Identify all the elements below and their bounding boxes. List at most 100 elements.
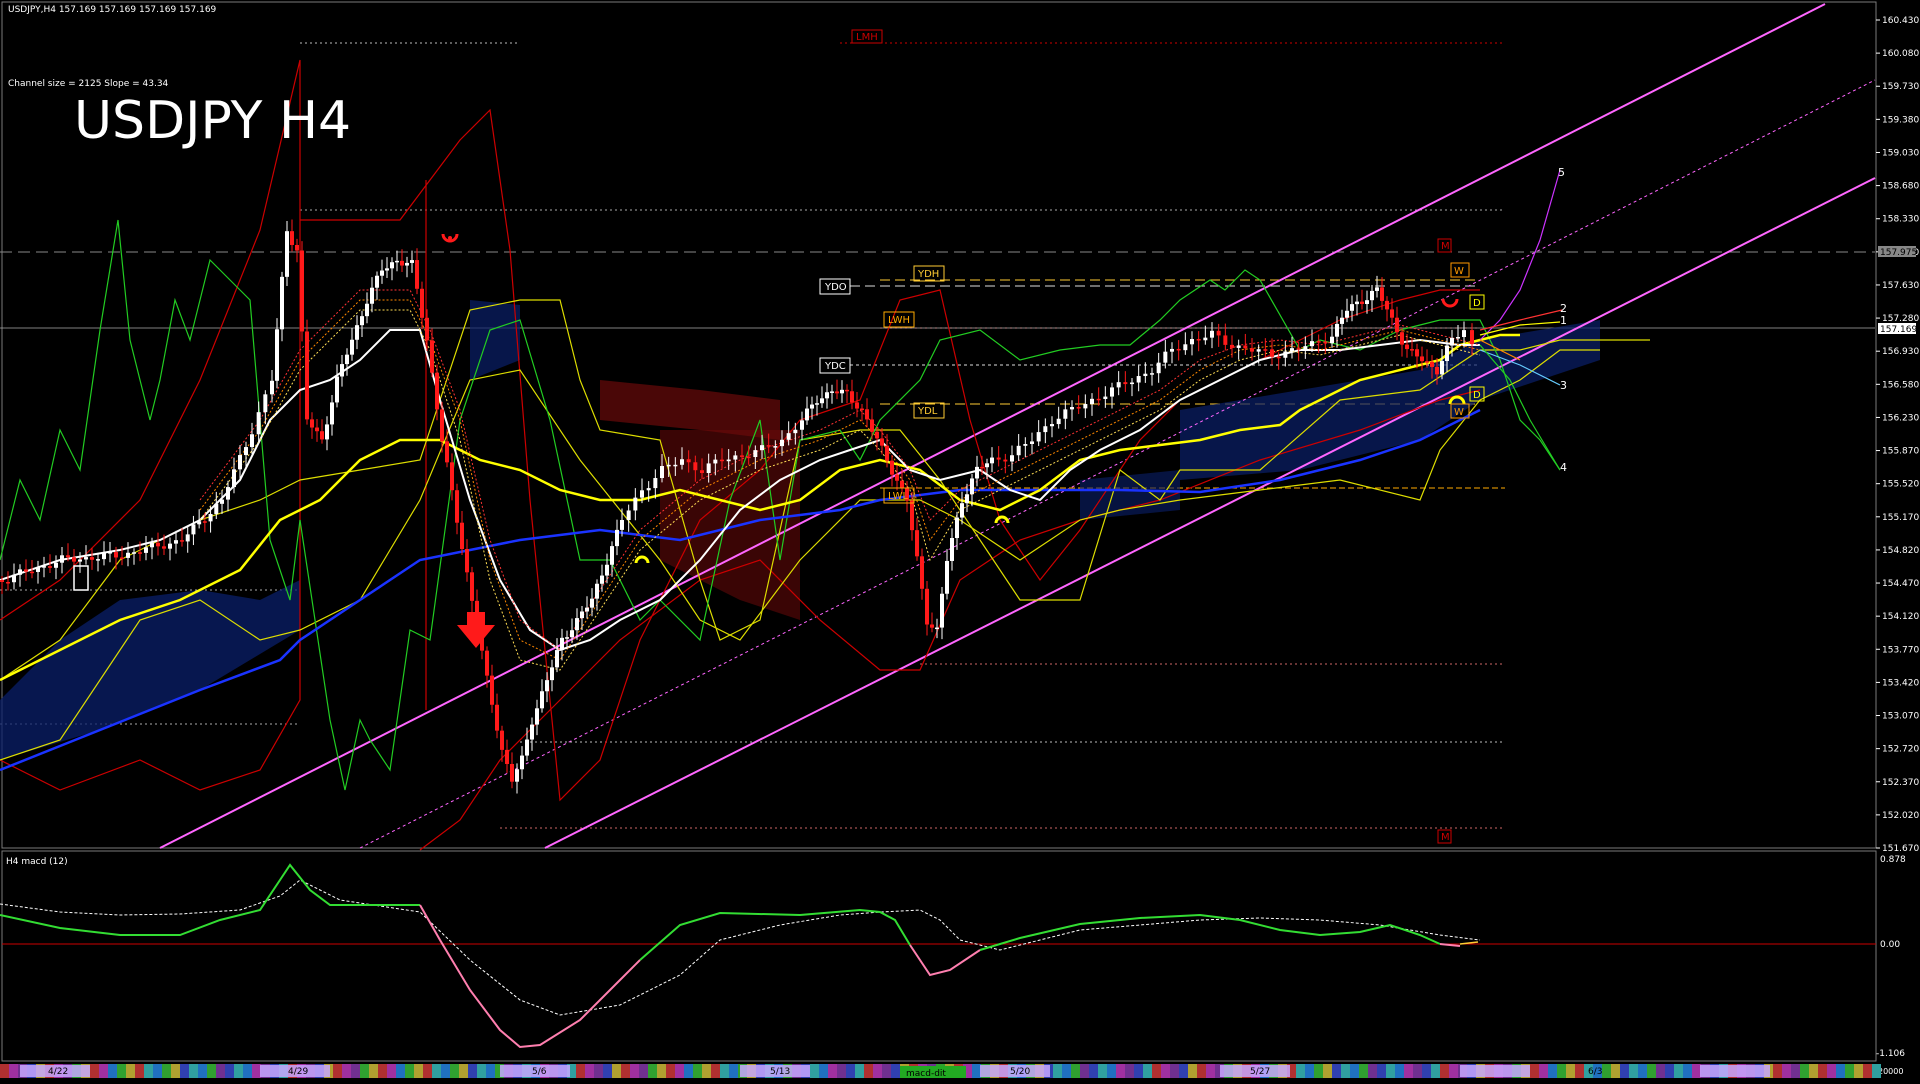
date-bar-segment [1800,1064,1809,1078]
candle-down [420,288,424,318]
date-bar-segment [666,1064,675,1078]
price-tick-label: 152.370 [1882,778,1919,788]
candle-down [875,431,879,439]
candle-up [1440,361,1444,375]
price-tick-label: 157.630 [1882,281,1919,291]
candle-down [1096,398,1101,401]
price-tick-label: 155.870 [1882,447,1919,457]
date-bar-segment [657,1064,666,1078]
date-bar-segment [810,1064,819,1078]
candle-up [940,593,944,628]
date-bar-segment [1197,1064,1206,1078]
candle-down [1435,366,1439,375]
axis-bottom-value: 20000 [1878,1067,1903,1076]
date-bar-segment [1377,1064,1386,1078]
marked-level: 157.975 [1880,248,1917,258]
date-bar-segment [1863,1064,1872,1078]
candle-down [455,490,459,523]
date-bar-segment [1692,1064,1701,1078]
candle-down [870,419,874,432]
date-bar-segment [1359,1064,1368,1078]
candle-down [495,704,499,731]
candle-down [430,340,434,373]
candle-down [1176,348,1181,351]
candle-up [1130,382,1134,385]
candle-down [740,455,744,457]
candle-down [1390,309,1394,318]
candle-down [90,557,94,560]
date-bar-segment [342,1064,351,1078]
candle-down [500,730,504,750]
candle-down [48,566,52,568]
date-bar-segment [1845,1064,1854,1078]
regression-channel [159,3,1876,849]
candle-up [220,499,224,504]
candle-up [580,611,584,619]
date-bar-segment [846,1064,855,1078]
date-bar-highlight [1700,1065,1770,1077]
date-label: 6/3 [1588,1067,1602,1077]
candle-up [78,559,82,562]
candle-down [1323,341,1328,344]
candle-up [1450,337,1454,346]
candle-down [460,522,464,550]
candle-up [600,575,604,584]
candle-down [895,474,899,481]
date-bar-segment [1539,1064,1548,1078]
date-bar-segment [207,1064,216,1078]
candle-up [1283,351,1288,358]
candle-up [280,276,284,330]
candle-up [208,513,213,522]
candle-down [445,441,449,463]
candle-up [520,755,524,770]
candle-down [766,445,771,447]
date-bar-segment [135,1064,144,1078]
date-bar-segment [1665,1064,1674,1078]
candle-down [1316,341,1321,343]
candle-up [1190,339,1194,345]
date-bar-segment [1107,1064,1116,1078]
date-bar-segment [855,1064,864,1078]
candle-up [256,412,261,435]
candle-down [6,582,10,584]
candle-down [855,402,859,409]
candle-up [1290,348,1294,352]
ydl-label: YDL [917,406,938,417]
candle-up [126,552,130,558]
candle-up [350,339,354,355]
date-bar-segment [1530,1064,1539,1078]
date-bar-segment [414,1064,423,1078]
candle-down [1076,407,1081,409]
macd-line-down-2 [909,944,981,977]
projection-label-1: 1 [1560,314,1567,327]
date-bar-segment [1188,1064,1197,1078]
date-bar-segment [1116,1064,1125,1078]
candle-down [1395,317,1399,333]
candle-up [1050,424,1054,427]
candle-up [610,546,614,565]
candle-up [1256,349,1261,352]
daily-high-tag: D [1473,298,1481,309]
date-bar-segment [1683,1064,1692,1078]
candle-down [138,552,142,554]
candle-down [162,546,166,549]
price-tick-label: 156.580 [1882,380,1919,390]
date-bar-segment [720,1064,729,1078]
candle-down [1250,348,1254,352]
candle-up [950,538,954,561]
candle-up [680,459,684,465]
date-bar-segment [621,1064,630,1078]
candle-up [250,434,254,448]
candle-up [1330,336,1334,344]
date-bar-segment [1413,1064,1422,1078]
candle-down [1223,335,1228,345]
candle-down [835,391,839,394]
candle-up [325,424,329,440]
candle-up [985,463,989,468]
price-tick-label: 159.030 [1882,148,1919,158]
candle-up [615,529,619,547]
date-bar-segment [171,1064,180,1078]
date-bar-segment [153,1064,162,1078]
chart-window: USDJPY,H4 157.169 157.169 157.169 157.16… [0,0,1920,1080]
cloud-fill [0,300,1600,760]
